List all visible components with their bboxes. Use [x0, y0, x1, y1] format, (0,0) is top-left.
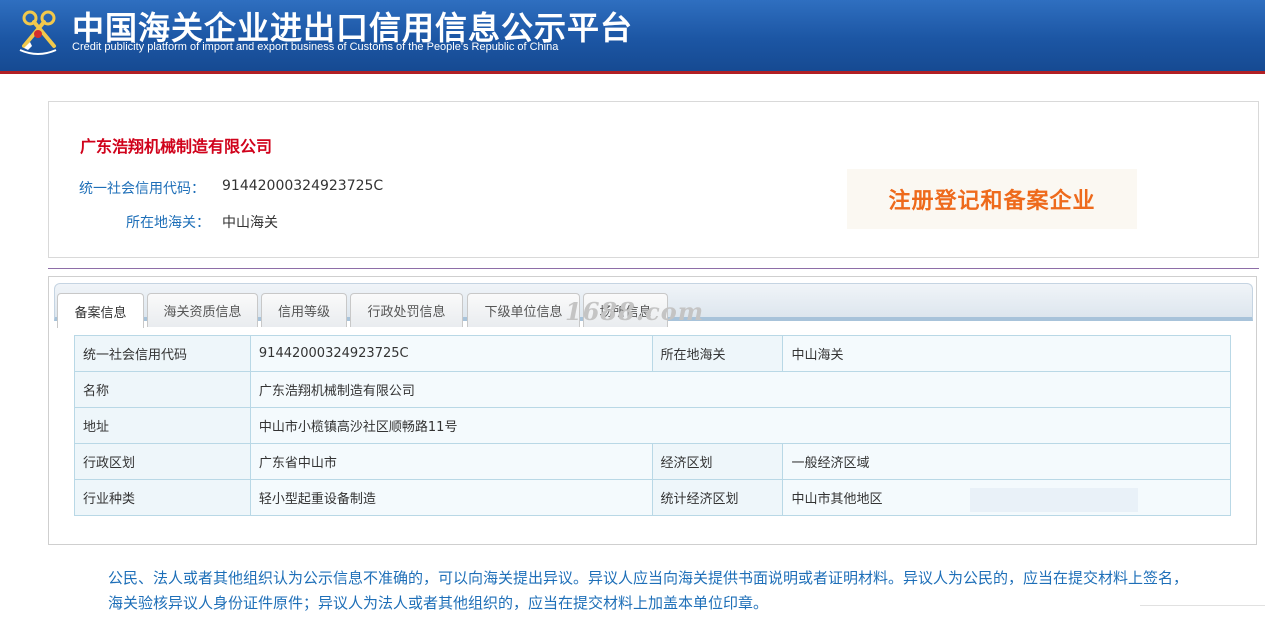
customs-emblem-icon	[19, 10, 57, 55]
site-subtitle: Credit publicity platform of import and …	[72, 41, 559, 53]
table-row: 地址 中山市小榄镇高沙社区顺畅路11号	[74, 407, 1232, 444]
watermark-text: 1688.com	[565, 297, 705, 326]
table-cell-value: 轻小型起重设备制造	[249, 479, 653, 516]
registration-status-text: 注册登记和备案企业	[888, 189, 1096, 214]
section-divider	[48, 268, 1259, 269]
table-cell-label: 统一社会信用代码	[74, 335, 251, 372]
site-header: 中国海关企业进出口信用信息公示平台 Credit publicity platf…	[0, 0, 1265, 74]
customs-label: 所在地海关：	[126, 215, 210, 231]
table-row: 名称 广东浩翔机械制造有限公司	[74, 371, 1232, 408]
tab-subordinate-units[interactable]: 下级单位信息	[467, 293, 580, 327]
credit-code-label: 统一社会信用代码：	[79, 181, 205, 197]
company-summary-card: 广东浩翔机械制造有限公司 统一社会信用代码： 91442000324923725…	[48, 101, 1259, 258]
table-cell-value: 广东省中山市	[249, 443, 653, 480]
table-cell-value: 91442000324923725C	[249, 335, 653, 372]
table-cell-value: 中山海关	[782, 335, 1231, 372]
credit-code-value: 91442000324923725C	[222, 178, 384, 194]
table-cell-label: 地址	[74, 407, 251, 444]
table-cell-label: 名称	[74, 371, 251, 408]
corner-decoration	[1140, 605, 1265, 617]
table-cell-value: 广东浩翔机械制造有限公司	[249, 371, 1232, 408]
customs-value: 中山海关	[222, 215, 278, 231]
company-name: 广东浩翔机械制造有限公司	[80, 137, 273, 156]
objection-notice: 公民、法人或者其他组织认为公示信息不准确的，可以向海关提出异议。异议人应当向海关…	[108, 569, 1189, 612]
table-row: 统一社会信用代码 91442000324923725C 所在地海关 中山海关	[74, 335, 1231, 372]
tab-credit-rating[interactable]: 信用等级	[261, 293, 347, 327]
table-row: 行政区划 广东省中山市 经济区划 一般经济区域	[74, 443, 1231, 480]
table-cell-value: 中山市小榄镇高沙社区顺畅路11号	[249, 407, 1232, 444]
table-cell-label: 统计经济区划	[651, 479, 784, 516]
table-cell-label: 行业种类	[74, 479, 251, 516]
table-cell-label: 所在地海关	[651, 335, 784, 372]
table-cell-value: 一般经济区域	[782, 443, 1231, 480]
faint-overlay-strip	[970, 488, 1138, 512]
tab-filing-info[interactable]: 备案信息	[57, 293, 144, 328]
table-cell-label: 经济区划	[651, 443, 784, 480]
tab-customs-qualification[interactable]: 海关资质信息	[147, 293, 258, 327]
table-cell-label: 行政区划	[74, 443, 251, 480]
tab-administrative-penalty[interactable]: 行政处罚信息	[350, 293, 463, 327]
registration-status-stamp: 注册登记和备案企业	[847, 169, 1137, 229]
